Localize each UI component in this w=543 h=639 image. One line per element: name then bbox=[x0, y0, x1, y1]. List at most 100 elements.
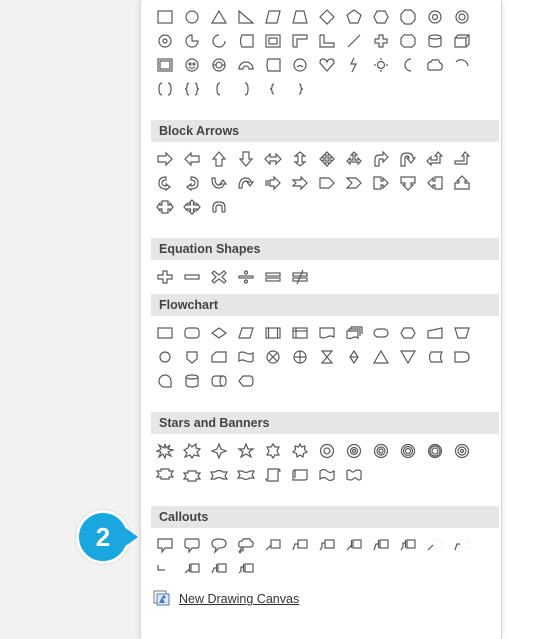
flowchart-alternate-process-shape[interactable] bbox=[180, 322, 204, 344]
line-callout-2-accent-bar-shape[interactable] bbox=[369, 534, 393, 556]
shape-item[interactable] bbox=[450, 54, 474, 76]
shape-item[interactable] bbox=[396, 54, 420, 76]
curved-right-arrow-shape[interactable] bbox=[153, 172, 177, 194]
oval-callout-shape[interactable] bbox=[207, 534, 231, 556]
shape-item[interactable] bbox=[315, 54, 339, 76]
flowchart-display-shape[interactable] bbox=[234, 370, 258, 392]
curved-left-arrow-shape[interactable] bbox=[180, 172, 204, 194]
flowchart-preparation-shape[interactable] bbox=[396, 322, 420, 344]
flowchart-manual-input-shape[interactable] bbox=[423, 322, 447, 344]
striped-right-arrow-shape[interactable] bbox=[261, 172, 285, 194]
chevron-arrow-shape[interactable] bbox=[342, 172, 366, 194]
line-callout-3-shape[interactable] bbox=[315, 534, 339, 556]
curved-up-arrow-shape[interactable] bbox=[207, 172, 231, 194]
shape-item[interactable] bbox=[288, 54, 312, 76]
down-arrow-callout-shape[interactable] bbox=[396, 172, 420, 194]
shape-item[interactable] bbox=[315, 30, 339, 52]
shape-item[interactable] bbox=[423, 6, 447, 28]
division-shape[interactable] bbox=[234, 266, 258, 288]
curved-ribbon-up-shape[interactable] bbox=[234, 464, 258, 486]
flowchart-offpage-connector-shape[interactable] bbox=[180, 346, 204, 368]
shape-item[interactable] bbox=[207, 6, 231, 28]
line-callout-1-no-border-shape[interactable] bbox=[423, 534, 447, 556]
shape-item[interactable] bbox=[180, 30, 204, 52]
shape-item[interactable] bbox=[288, 78, 312, 100]
double-wave-shape[interactable] bbox=[342, 464, 366, 486]
left-up-arrow-shape[interactable] bbox=[423, 148, 447, 170]
new-drawing-canvas-menu-item[interactable]: New Drawing Canvas bbox=[153, 588, 299, 610]
shape-item[interactable] bbox=[288, 6, 312, 28]
shape-item[interactable] bbox=[369, 30, 393, 52]
flowchart-internal-storage-shape[interactable] bbox=[288, 322, 312, 344]
down-arrow-shape[interactable] bbox=[234, 148, 258, 170]
flowchart-collate-shape[interactable] bbox=[315, 346, 339, 368]
plus-shape[interactable] bbox=[153, 266, 177, 288]
left-right-up-arrow-shape[interactable] bbox=[342, 148, 366, 170]
shape-item[interactable] bbox=[423, 54, 447, 76]
shape-item[interactable] bbox=[396, 30, 420, 52]
left-right-arrow-shape[interactable] bbox=[261, 148, 285, 170]
flowchart-magnetic-disk-shape[interactable] bbox=[180, 370, 204, 392]
left-arrow-callout-shape[interactable] bbox=[423, 172, 447, 194]
shape-item[interactable] bbox=[180, 6, 204, 28]
star-6-point-shape[interactable] bbox=[261, 440, 285, 462]
shape-item[interactable] bbox=[423, 30, 447, 52]
shape-item[interactable] bbox=[288, 30, 312, 52]
shape-item[interactable] bbox=[153, 78, 177, 100]
right-arrow-shape[interactable] bbox=[153, 148, 177, 170]
horizontal-scroll-shape[interactable] bbox=[288, 464, 312, 486]
equal-shape[interactable] bbox=[261, 266, 285, 288]
shape-item[interactable] bbox=[207, 78, 231, 100]
flowchart-delay-shape[interactable] bbox=[450, 346, 474, 368]
curved-ribbon-down-shape[interactable] bbox=[207, 464, 231, 486]
star-5-point-shape[interactable] bbox=[234, 440, 258, 462]
line-callout-3-no-border-shape[interactable] bbox=[153, 558, 177, 580]
ribbon-down-shape[interactable] bbox=[153, 464, 177, 486]
shape-item[interactable] bbox=[180, 54, 204, 76]
shape-item[interactable] bbox=[342, 54, 366, 76]
wave-shape[interactable] bbox=[315, 464, 339, 486]
star-12-point-shape[interactable] bbox=[369, 440, 393, 462]
flowchart-summing-junction-shape[interactable] bbox=[261, 346, 285, 368]
shape-item[interactable] bbox=[234, 54, 258, 76]
shape-item[interactable] bbox=[207, 54, 231, 76]
up-down-arrow-shape[interactable] bbox=[288, 148, 312, 170]
explosion-1-shape[interactable] bbox=[153, 440, 177, 462]
notched-right-arrow-shape[interactable] bbox=[288, 172, 312, 194]
up-arrow-callout-shape[interactable] bbox=[450, 172, 474, 194]
line-callout-1-border-accent-shape[interactable] bbox=[180, 558, 204, 580]
shape-item[interactable] bbox=[153, 30, 177, 52]
flowchart-punched-tape-shape[interactable] bbox=[234, 346, 258, 368]
line-callout-2-border-accent-shape[interactable] bbox=[207, 558, 231, 580]
up-arrow-shape[interactable] bbox=[207, 148, 231, 170]
flowchart-predefined-process-shape[interactable] bbox=[261, 322, 285, 344]
line-callout-3-border-accent-shape[interactable] bbox=[234, 558, 258, 580]
right-arrow-callout-shape[interactable] bbox=[369, 172, 393, 194]
flowchart-sequential-access-storage-shape[interactable] bbox=[153, 370, 177, 392]
u-turn-arrow-shape[interactable] bbox=[396, 148, 420, 170]
line-callout-1-shape[interactable] bbox=[261, 534, 285, 556]
shape-item[interactable] bbox=[261, 30, 285, 52]
shape-item[interactable] bbox=[153, 54, 177, 76]
flowchart-decision-shape[interactable] bbox=[207, 322, 231, 344]
star-10-point-shape[interactable] bbox=[342, 440, 366, 462]
star-32-point-shape[interactable] bbox=[450, 440, 474, 462]
flowchart-manual-operation-shape[interactable] bbox=[450, 322, 474, 344]
shape-item[interactable] bbox=[180, 78, 204, 100]
shape-item[interactable] bbox=[369, 6, 393, 28]
shape-item[interactable] bbox=[261, 78, 285, 100]
explosion-2-shape[interactable] bbox=[180, 440, 204, 462]
flowchart-merge-shape[interactable] bbox=[396, 346, 420, 368]
shape-item[interactable] bbox=[315, 6, 339, 28]
minus-shape[interactable] bbox=[180, 266, 204, 288]
bent-arrow-shape[interactable] bbox=[369, 148, 393, 170]
shape-item[interactable] bbox=[234, 6, 258, 28]
star-7-point-shape[interactable] bbox=[288, 440, 312, 462]
flowchart-extract-shape[interactable] bbox=[369, 346, 393, 368]
shape-item[interactable] bbox=[153, 6, 177, 28]
flowchart-process-shape[interactable] bbox=[153, 322, 177, 344]
rectangular-callout-shape[interactable] bbox=[153, 534, 177, 556]
shape-item[interactable] bbox=[450, 6, 474, 28]
flowchart-or-shape[interactable] bbox=[288, 346, 312, 368]
cloud-callout-shape[interactable] bbox=[234, 534, 258, 556]
